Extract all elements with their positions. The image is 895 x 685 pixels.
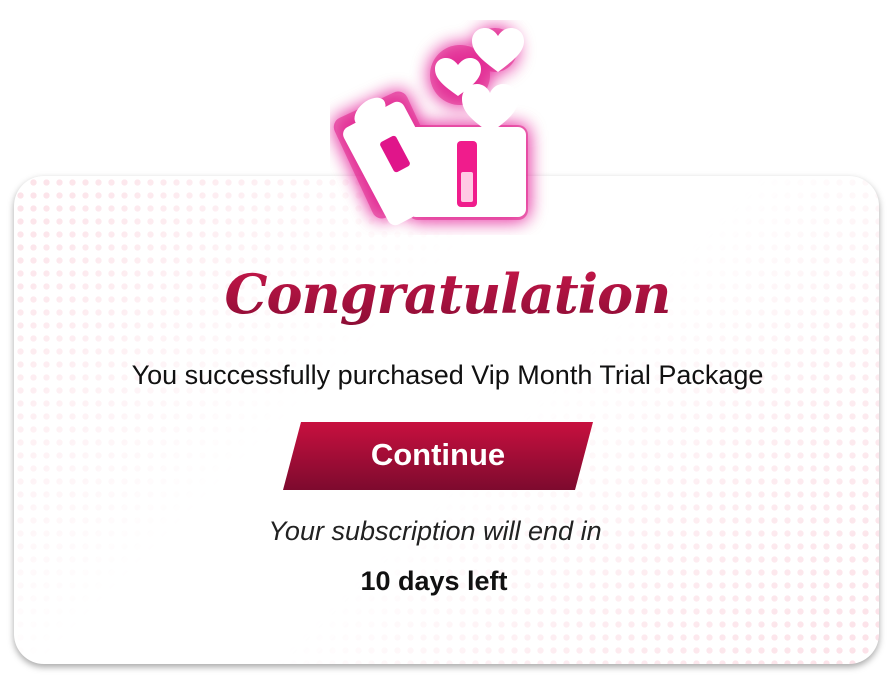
congratulation-title: Congratulation bbox=[0, 262, 895, 326]
continue-button[interactable]: Continue bbox=[283, 422, 593, 490]
subscription-end-note: Your subscription will end in bbox=[268, 516, 602, 546]
continue-button-label: Continue bbox=[370, 437, 506, 472]
days-left-value: 10 days left bbox=[360, 566, 508, 596]
gift-box-hearts-icon bbox=[330, 20, 560, 235]
purchase-message: You successfully purchased Vip Month Tri… bbox=[131, 360, 764, 390]
purchase-success-dialog: Congratulation You successfully purchase… bbox=[0, 0, 895, 685]
